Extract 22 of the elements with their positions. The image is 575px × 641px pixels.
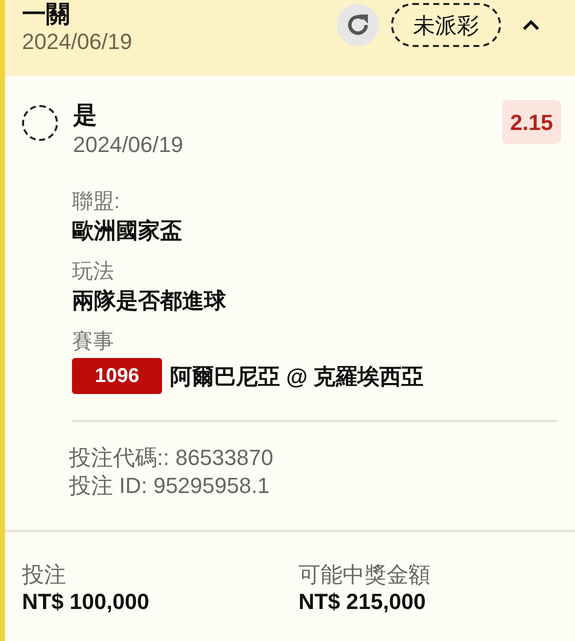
selection-radio[interactable]	[22, 105, 58, 141]
amount-label: 投注	[22, 562, 67, 588]
amount-label: 可能中獎金額	[298, 562, 432, 588]
amount-value: NT$ 215,000	[298, 588, 427, 616]
detail-label: 聯盟:	[72, 189, 121, 215]
selection-date: 2024/06/19	[73, 132, 184, 158]
detail-value: 歐洲國家盃	[72, 217, 183, 245]
match-code-badge: 1096	[72, 358, 162, 394]
selection-name: 是	[73, 101, 98, 131]
header-date: 2024/06/19	[22, 29, 132, 55]
chevron-icon	[522, 19, 540, 31]
odds-badge: 2.15	[502, 100, 561, 144]
status-badge: 未派彩	[391, 3, 501, 47]
bet-type-title: 一關	[22, 1, 71, 29]
refresh-button[interactable]	[337, 4, 379, 46]
amount-value: NT$ 100,000	[22, 588, 150, 616]
bet-id: 投注 ID: 95295958.1	[69, 472, 271, 500]
detail-label: 玩法	[72, 259, 115, 285]
match-teams: 阿爾巴尼亞 @ 克羅埃西亞	[170, 362, 424, 390]
detail-value: 兩隊是否都進球	[72, 287, 227, 315]
detail-label: 賽事	[72, 329, 115, 355]
bet-code: 投注代碼:: 86533870	[69, 444, 274, 472]
